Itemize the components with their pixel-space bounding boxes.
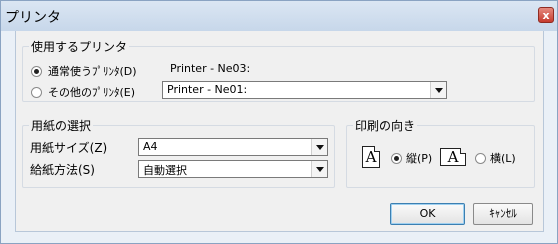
landscape-radio[interactable]: [475, 153, 486, 164]
other-printer-value: Printer - Ne01:: [167, 83, 248, 96]
other-printer-radio[interactable]: [31, 87, 42, 98]
paper-feed-label: 給紙方法(S): [30, 163, 95, 177]
paper-feed-select[interactable]: 自動選択: [138, 160, 328, 178]
printer-group-legend: 使用するプリンタ: [31, 40, 128, 54]
portrait-icon: A: [362, 146, 380, 168]
normal-printer-label[interactable]: 通常使うﾌﾟﾘﾝﾀ(D): [48, 63, 137, 79]
paper-feed-value: 自動選択: [143, 164, 187, 177]
other-printer-select[interactable]: Printer - Ne01:: [162, 81, 447, 99]
landscape-icon: A: [440, 148, 466, 166]
landscape-label[interactable]: 横(L): [490, 150, 516, 166]
cancel-button[interactable]: ｷｬﾝｾﾙ: [473, 203, 533, 225]
title-bar: プリンタ x: [1, 1, 557, 31]
paper-size-value: A4: [143, 140, 158, 153]
normal-printer-radio[interactable]: [31, 66, 42, 77]
portrait-label[interactable]: 縦(P): [406, 150, 432, 166]
paper-size-label: 用紙サイズ(Z): [30, 141, 108, 155]
normal-printer-name: Printer - Ne03:: [170, 62, 251, 75]
paper-size-select[interactable]: A4: [138, 138, 328, 156]
ok-button[interactable]: OK: [390, 203, 465, 225]
chevron-down-icon[interactable]: [311, 139, 327, 155]
dialog-title: プリンタ: [5, 10, 61, 26]
orientation-group-legend: 印刷の向き: [355, 119, 416, 133]
close-button[interactable]: x: [538, 7, 554, 23]
dialog-content: 使用するプリンタ 通常使うﾌﾟﾘﾝﾀ(D) Printer - Ne03: その…: [15, 31, 544, 232]
portrait-radio[interactable]: [391, 153, 402, 164]
chevron-down-icon[interactable]: [430, 82, 446, 98]
printer-dialog: プリンタ x 使用するプリンタ 通常使うﾌﾟﾘﾝﾀ(D) Printer - N…: [0, 0, 558, 244]
other-printer-label[interactable]: その他のﾌﾟﾘﾝﾀ(E): [48, 84, 135, 100]
paper-group-legend: 用紙の選択: [31, 119, 92, 133]
chevron-down-icon[interactable]: [311, 161, 327, 177]
